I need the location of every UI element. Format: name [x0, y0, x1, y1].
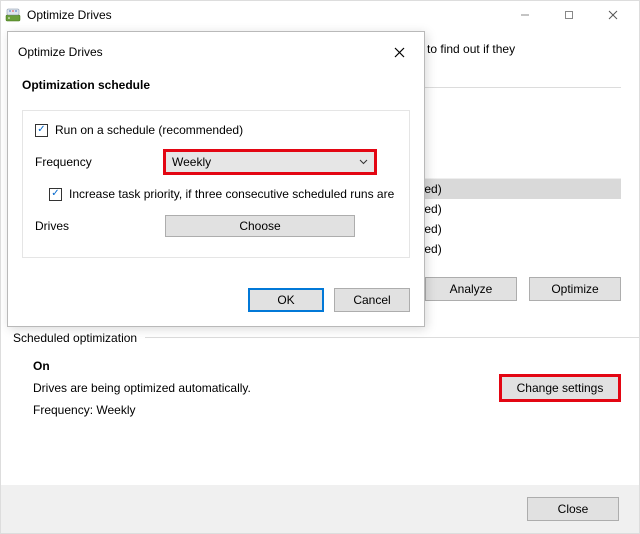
drives-label: Drives — [35, 219, 165, 233]
optimize-button[interactable]: Optimize — [529, 277, 621, 301]
frequency-select-highlight: Weekly — [165, 151, 375, 173]
frequency-select[interactable]: Weekly — [165, 151, 375, 173]
drives-row: Drives Choose — [35, 215, 397, 237]
close-button[interactable]: Close — [527, 497, 619, 521]
analyze-button[interactable]: Analyze — [425, 277, 517, 301]
run-schedule-label: Run on a schedule (recommended) — [55, 123, 243, 137]
increase-priority-label: Increase task priority, if three consecu… — [69, 187, 397, 201]
dialog-body: Optimization schedule ✓ Run on a schedul… — [8, 68, 424, 272]
checkbox-checked-icon: ✓ — [49, 188, 62, 201]
cancel-button[interactable]: Cancel — [334, 288, 410, 312]
schedule-description: Drives are being optimized automatically… — [33, 381, 501, 395]
run-schedule-checkbox[interactable]: ✓ Run on a schedule (recommended) — [35, 123, 397, 137]
main-titlebar: Optimize Drives — [1, 1, 639, 29]
minimize-button[interactable] — [503, 1, 547, 29]
frequency-value: Weekly — [172, 155, 211, 169]
dialog-actions: OK Cancel — [8, 272, 424, 326]
scheduled-optimization-body: On Drives are being optimized automatica… — [1, 359, 639, 417]
schedule-dialog: Optimize Drives Optimization schedule ✓ … — [7, 31, 425, 327]
frequency-row: Frequency Weekly — [35, 151, 397, 173]
dialog-close-button[interactable] — [384, 40, 414, 64]
dialog-titlebar: Optimize Drives — [8, 32, 424, 68]
drive-optimize-icon — [5, 7, 21, 23]
checkbox-checked-icon: ✓ — [35, 124, 48, 137]
increase-priority-checkbox[interactable]: ✓ Increase task priority, if three conse… — [49, 187, 397, 201]
dialog-title: Optimize Drives — [18, 45, 384, 59]
dialog-heading: Optimization schedule — [22, 78, 410, 92]
ok-button[interactable]: OK — [248, 288, 324, 312]
footer-bar: Close — [1, 485, 639, 533]
choose-drives-button[interactable]: Choose — [165, 215, 355, 237]
schedule-frequency: Frequency: Weekly — [33, 403, 501, 417]
frequency-label: Frequency — [35, 155, 165, 169]
main-title: Optimize Drives — [27, 8, 503, 22]
scheduled-optimization-heading: Scheduled optimization — [13, 331, 639, 345]
schedule-status: On — [33, 359, 501, 373]
close-main-button[interactable] — [591, 1, 635, 29]
chevron-down-icon — [359, 159, 368, 165]
change-settings-button[interactable]: Change settings — [501, 376, 619, 400]
maximize-button[interactable] — [547, 1, 591, 29]
schedule-form: ✓ Run on a schedule (recommended) Freque… — [22, 110, 410, 258]
